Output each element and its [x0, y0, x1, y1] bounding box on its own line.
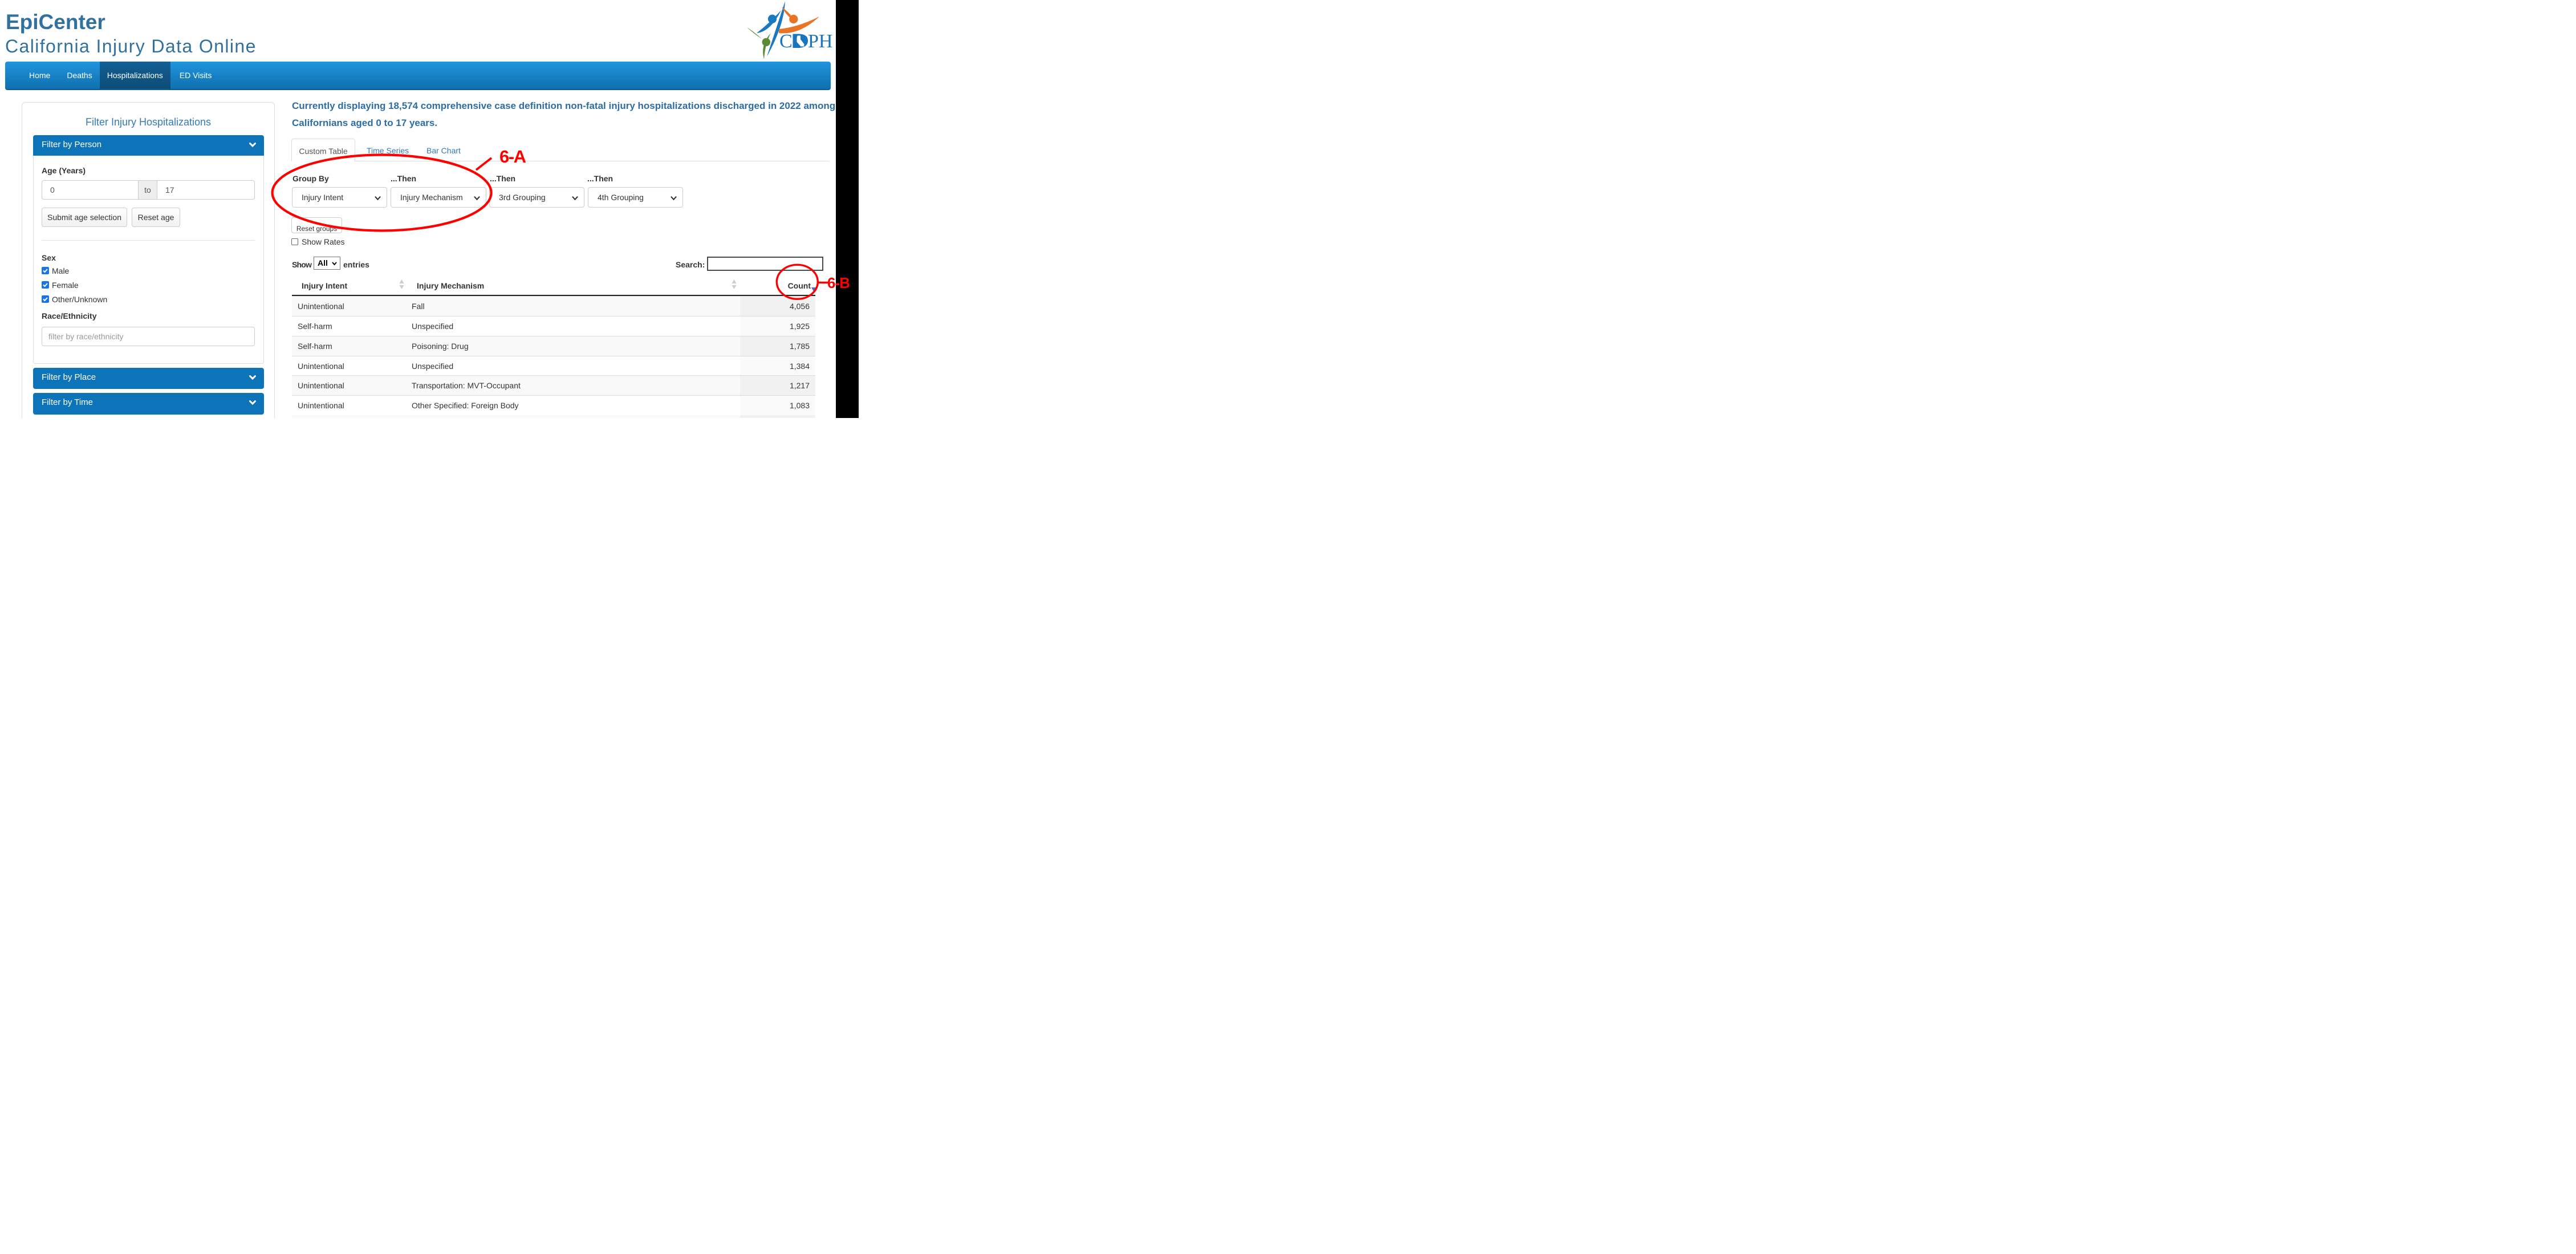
svg-text:C: C [779, 31, 793, 52]
svg-text:PH: PH [808, 31, 832, 52]
